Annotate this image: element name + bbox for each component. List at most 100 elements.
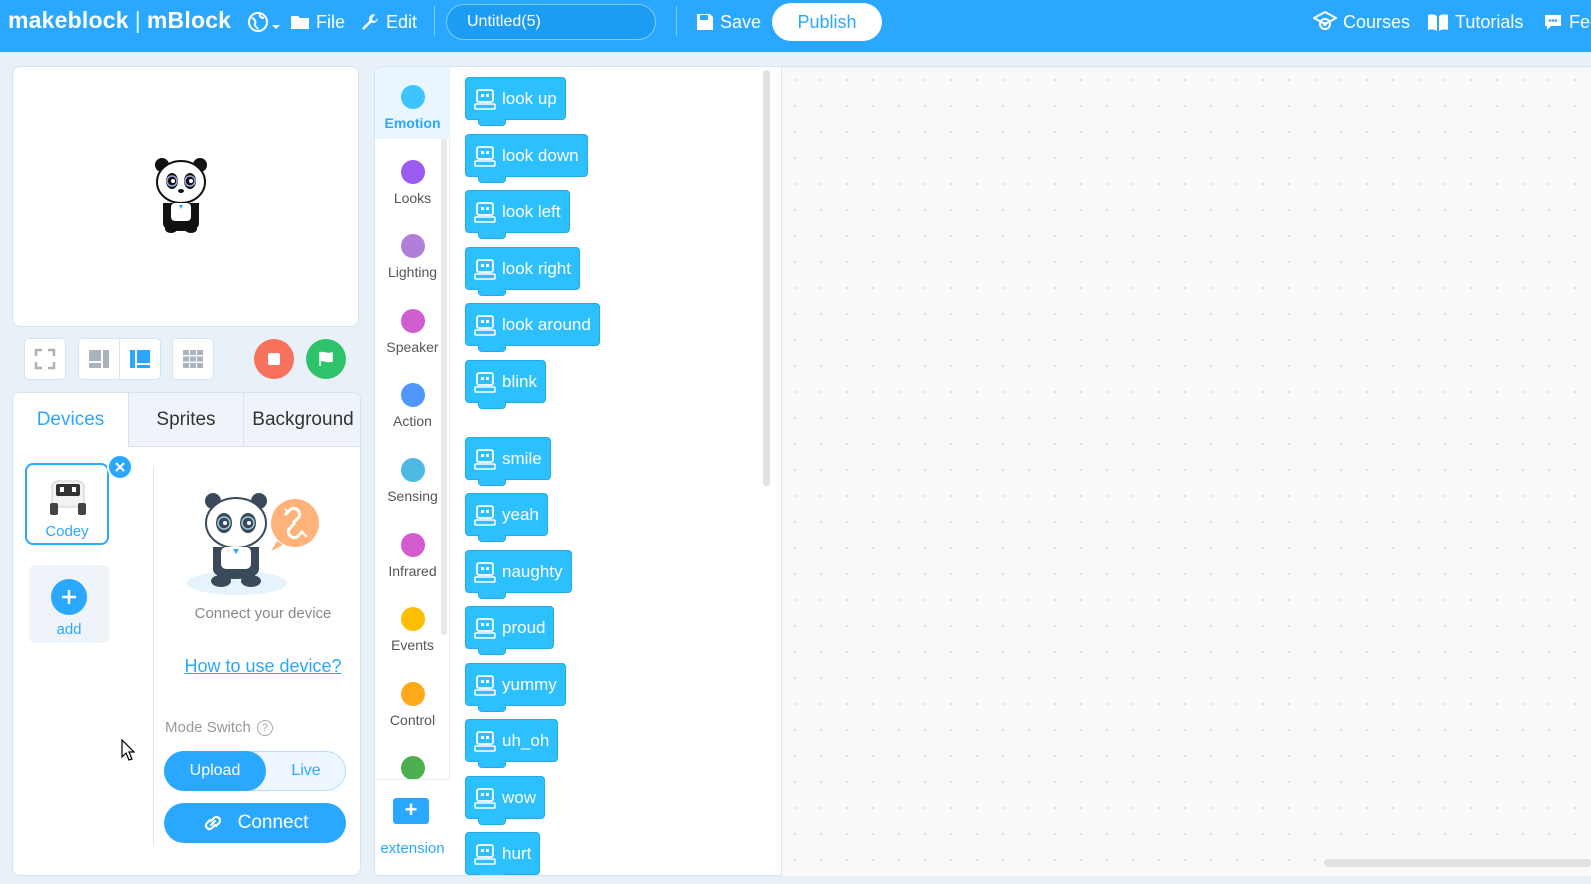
codey-block-icon xyxy=(474,731,496,752)
block-yummy[interactable]: yummy xyxy=(465,663,566,712)
block-label: look up xyxy=(502,88,557,108)
fullscreen-button[interactable] xyxy=(24,338,66,380)
tutorials-link[interactable]: Tutorials xyxy=(1427,0,1523,44)
category-sensing[interactable]: Sensing xyxy=(375,440,450,512)
remove-device-button[interactable] xyxy=(107,454,133,480)
mode-switch-label: Mode Switch ? xyxy=(165,719,273,736)
script-workspace[interactable] xyxy=(782,66,1591,876)
save-icon xyxy=(697,14,713,30)
connect-button[interactable]: Connect xyxy=(164,803,346,843)
green-flag-button[interactable] xyxy=(306,339,346,379)
workspace-scrollbar[interactable] xyxy=(1324,859,1591,867)
category-label: Emotion xyxy=(384,115,441,131)
codey-block-icon xyxy=(474,562,496,583)
block-look-right[interactable]: look right xyxy=(465,247,580,296)
device-name: Codey xyxy=(45,523,89,540)
folder-icon xyxy=(291,16,309,29)
codey-block-icon xyxy=(474,844,496,865)
codey-block-icon xyxy=(474,146,496,167)
large-stage-button[interactable] xyxy=(119,338,161,380)
block-label: hurt xyxy=(502,843,532,863)
grid-icon xyxy=(183,350,203,368)
stop-button[interactable] xyxy=(254,339,294,379)
block-notch xyxy=(478,175,506,183)
stop-icon xyxy=(268,353,280,365)
category-lighting[interactable]: Lighting xyxy=(375,216,450,288)
block-look-down[interactable]: look down xyxy=(465,134,588,183)
top-bar: makeblock|mBlock File Edit Save Publish … xyxy=(0,0,1591,52)
device-card-codey[interactable]: Codey xyxy=(25,454,133,545)
block-smile[interactable]: smile xyxy=(465,437,551,486)
codey-block-icon xyxy=(474,372,496,393)
category-speaker[interactable]: Speaker xyxy=(375,291,450,363)
help-icon[interactable]: ? xyxy=(256,719,273,736)
block-label: look around xyxy=(502,314,591,334)
codey-block-icon xyxy=(474,89,496,110)
extension-button[interactable]: + extension xyxy=(375,779,450,875)
small-stage-button[interactable] xyxy=(78,338,120,380)
courses-icon xyxy=(1313,11,1337,30)
category-events[interactable]: Events xyxy=(375,589,450,661)
category-looks[interactable]: Looks xyxy=(375,142,450,214)
category-emotion[interactable]: Emotion xyxy=(375,67,450,139)
block-proud[interactable]: proud xyxy=(465,606,555,655)
close-icon xyxy=(115,462,125,472)
block-notch xyxy=(478,873,506,875)
block-notch xyxy=(478,231,506,239)
panda-connect-illustration xyxy=(187,493,319,595)
chevron-down-icon xyxy=(272,25,280,29)
tab-sprites[interactable]: Sprites xyxy=(128,393,243,447)
how-to-use-device-link[interactable]: How to use device? xyxy=(163,656,360,677)
category-label: Events xyxy=(391,637,434,654)
publish-button[interactable]: Publish xyxy=(772,3,882,41)
category-color-dot xyxy=(400,607,425,632)
block-look-up[interactable]: look up xyxy=(465,77,566,126)
category-label: Sensing xyxy=(387,488,438,504)
codey-block-icon xyxy=(474,675,496,696)
block-label: wow xyxy=(502,787,537,807)
block-palette: look up look down look left look right look … xyxy=(451,67,781,875)
category-color-dot xyxy=(400,85,425,109)
block-notch xyxy=(478,118,506,126)
grid-view-button[interactable] xyxy=(172,338,214,380)
block-hurt[interactable]: hurt xyxy=(465,832,541,875)
block-blink[interactable]: blink xyxy=(465,360,546,409)
block-look-left[interactable]: look left xyxy=(465,190,570,239)
save-button[interactable]: Save xyxy=(696,0,761,44)
project-title-input[interactable] xyxy=(446,4,656,40)
tab-background[interactable]: Background xyxy=(243,393,360,447)
globe-icon xyxy=(248,12,268,32)
mode-upload-option[interactable]: Upload xyxy=(164,751,266,791)
file-menu[interactable]: File xyxy=(290,0,345,44)
codey-block-icon xyxy=(474,505,496,526)
language-button[interactable] xyxy=(246,0,286,44)
category-color-dot xyxy=(400,159,425,184)
category-action[interactable]: Action xyxy=(375,365,450,437)
brand-name: makeblock xyxy=(8,7,129,33)
chat-icon xyxy=(1545,15,1561,30)
mode-live-option[interactable]: Live xyxy=(265,751,347,791)
feedback-link[interactable]: Feed xyxy=(1543,0,1591,44)
courses-label: Courses xyxy=(1343,11,1411,32)
block-uh-oh[interactable]: uh_oh xyxy=(465,719,559,768)
device-panel: Devices Sprites Background Codey add Con… xyxy=(12,392,361,876)
mode-switch-toggle[interactable]: Upload Live xyxy=(164,751,346,791)
codey-block-icon xyxy=(474,788,496,809)
block-label: uh_oh xyxy=(502,730,550,750)
category-infrared[interactable]: Infrared xyxy=(375,515,450,587)
mode-switch-text: Mode Switch xyxy=(165,719,251,736)
courses-link[interactable]: Courses xyxy=(1313,0,1410,44)
tab-devices[interactable]: Devices xyxy=(13,393,128,447)
flag-icon xyxy=(319,351,333,366)
block-wow[interactable]: wow xyxy=(465,776,546,825)
add-device-button[interactable]: add xyxy=(29,565,109,643)
panda-sprite[interactable] xyxy=(153,155,209,233)
stage-canvas[interactable] xyxy=(12,66,359,327)
brand-separator: | xyxy=(134,7,141,33)
block-naughty[interactable]: naughty xyxy=(465,550,572,599)
block-look-around[interactable]: look around xyxy=(465,303,600,352)
category-control[interactable]: Control xyxy=(375,664,450,736)
palette-scrollbar[interactable] xyxy=(763,70,770,486)
block-yeah[interactable]: yeah xyxy=(465,493,548,542)
edit-menu[interactable]: Edit xyxy=(360,0,417,44)
